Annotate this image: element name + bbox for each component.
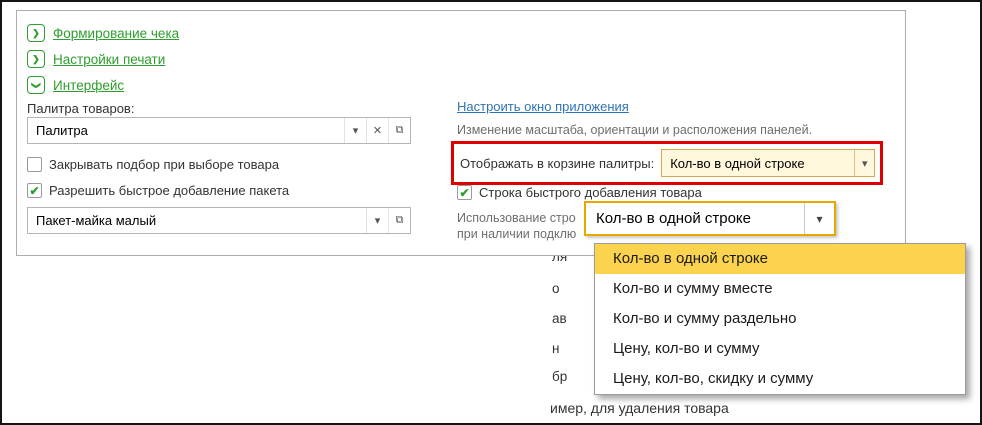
checkbox-row-close-on-select[interactable]: Закрывать подбор при выборе товара [27,157,279,172]
checkmark-icon: ✔ [29,183,40,198]
app-window-hint: Изменение масштаба, ориентации и располо… [457,123,813,137]
chevron-glyph: ❯ [32,53,40,64]
basket-display-label: Отображать в корзине палитры: [460,155,655,171]
red-highlight-box: Отображать в корзине палитры: Кол-во в о… [451,141,883,185]
section-link-print-settings[interactable]: Настройки печати [53,52,165,67]
package-combobox-value: Пакет-майка малый [36,213,157,228]
section-link-receipt-formation[interactable]: Формирование чека [53,26,179,41]
dropdown-arrow-button[interactable]: ▾ [366,208,388,233]
chevron-glyph: ❯ [31,81,42,89]
dropdown-option[interactable]: Кол-во и сумму вместе [595,274,965,304]
dropdown-arrow-button[interactable]: ▾ [804,203,834,234]
configure-app-window-link[interactable]: Настроить окно приложения [457,99,629,114]
chevron-right-icon[interactable]: ❯ [27,50,45,68]
background-text-fragment: ав [552,311,567,326]
section-link-interface[interactable]: Интерфейс [53,78,124,93]
background-text-fragment: о [552,281,560,296]
section-row-receipt-formation: ❯ Формирование чека [27,23,179,43]
basket-display-value: Кол-во в одной строке [670,155,805,171]
chevron-right-icon[interactable]: ❯ [27,24,45,42]
usage-text-line1: Использование стро [457,211,576,225]
checkbox-row-fast-package[interactable]: ✔ Разрешить быстрое добавление пакета [27,183,289,198]
checkbox-row-fast-add-row[interactable]: ✔ Строка быстрого добавления товара [457,185,702,200]
checkbox-label: Разрешить быстрое добавление пакета [49,183,290,198]
background-text-fragment: н [552,341,560,356]
checkbox-checked[interactable]: ✔ [457,185,472,200]
checkbox-checked[interactable]: ✔ [27,183,42,198]
display-mode-combobox-focused[interactable]: Кол-во в одной строке ▾ [584,201,836,236]
dropdown-option[interactable]: Цену, кол-во, скидку и сумму [595,364,965,394]
palette-combobox-value: Палитра [36,123,88,138]
palette-label: Палитра товаров: [27,101,135,116]
package-combobox[interactable]: Пакет-майка малый ▾ ⧉ [27,207,411,234]
section-row-print-settings: ❯ Настройки печати [27,49,165,69]
chevron-down-icon[interactable]: ❯ [27,76,45,94]
dropdown-arrow-button[interactable]: ▾ [854,150,875,176]
checkbox-unchecked[interactable] [27,157,42,172]
chevron-glyph: ❯ [32,27,40,38]
dropdown-option-selected[interactable]: Кол-во в одной строке [595,244,965,274]
usage-text-line2: при наличии подклю [457,227,577,241]
dropdown-option[interactable]: Кол-во и сумму раздельно [595,304,965,334]
background-text-fragment: бр [552,369,568,384]
clear-button[interactable]: ✕ [366,118,388,143]
settings-screenshot: ля о ав н бр имер, для удаления товара ❯… [0,0,982,425]
checkmark-icon: ✔ [459,185,470,200]
display-mode-combobox-value: Кол-во в одной строке [596,210,752,227]
display-mode-dropdown-list: Кол-во в одной строке Кол-во и сумму вме… [594,243,966,395]
dropdown-option[interactable]: Цену, кол-во и сумму [595,334,965,364]
background-text-fragment: имер, для удаления товара [550,400,729,416]
section-row-interface: ❯ Интерфейс [27,75,124,95]
open-button[interactable]: ⧉ [388,118,410,143]
dropdown-arrow-button[interactable]: ▾ [344,118,366,143]
basket-display-combobox[interactable]: Кол-во в одной строке ▾ [661,149,876,177]
checkbox-label: Закрывать подбор при выборе товара [49,157,280,172]
checkbox-label: Строка быстрого добавления товара [479,185,702,200]
open-button[interactable]: ⧉ [388,208,410,233]
palette-combobox[interactable]: Палитра ▾ ✕ ⧉ [27,117,411,144]
